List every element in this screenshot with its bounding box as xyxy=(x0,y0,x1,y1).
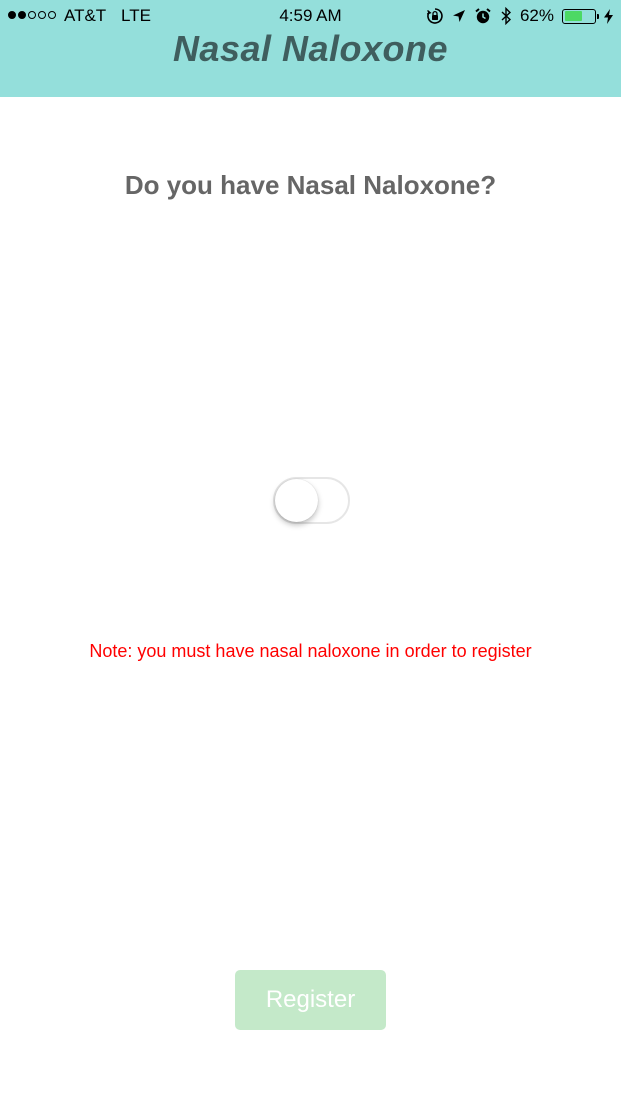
bluetooth-icon xyxy=(501,7,511,25)
naloxone-toggle-switch[interactable] xyxy=(273,477,350,524)
charging-bolt-icon xyxy=(604,8,613,24)
question-heading: Do you have Nasal Naloxone? xyxy=(124,170,497,200)
header-bar: AT&T LTE 4:59 AM 62% Nasal Naloxone xyxy=(0,0,621,97)
rotation-lock-icon xyxy=(426,8,443,24)
toggle-knob xyxy=(275,479,318,522)
battery-level-fill xyxy=(564,11,582,21)
screen: AT&T LTE 4:59 AM 62% Nasal Naloxone Do y… xyxy=(0,0,621,1104)
status-icons: 62% xyxy=(426,4,613,28)
alarm-icon xyxy=(475,8,491,24)
location-arrow-icon xyxy=(452,10,465,22)
app-title: Nasal Naloxone xyxy=(172,28,449,69)
battery-percentage: 62% xyxy=(519,6,554,25)
registration-note: Note: you must have nasal naloxone in or… xyxy=(89,641,532,661)
battery-nub xyxy=(596,13,599,19)
battery-icon xyxy=(562,8,599,24)
register-button[interactable]: Register xyxy=(235,970,386,1030)
